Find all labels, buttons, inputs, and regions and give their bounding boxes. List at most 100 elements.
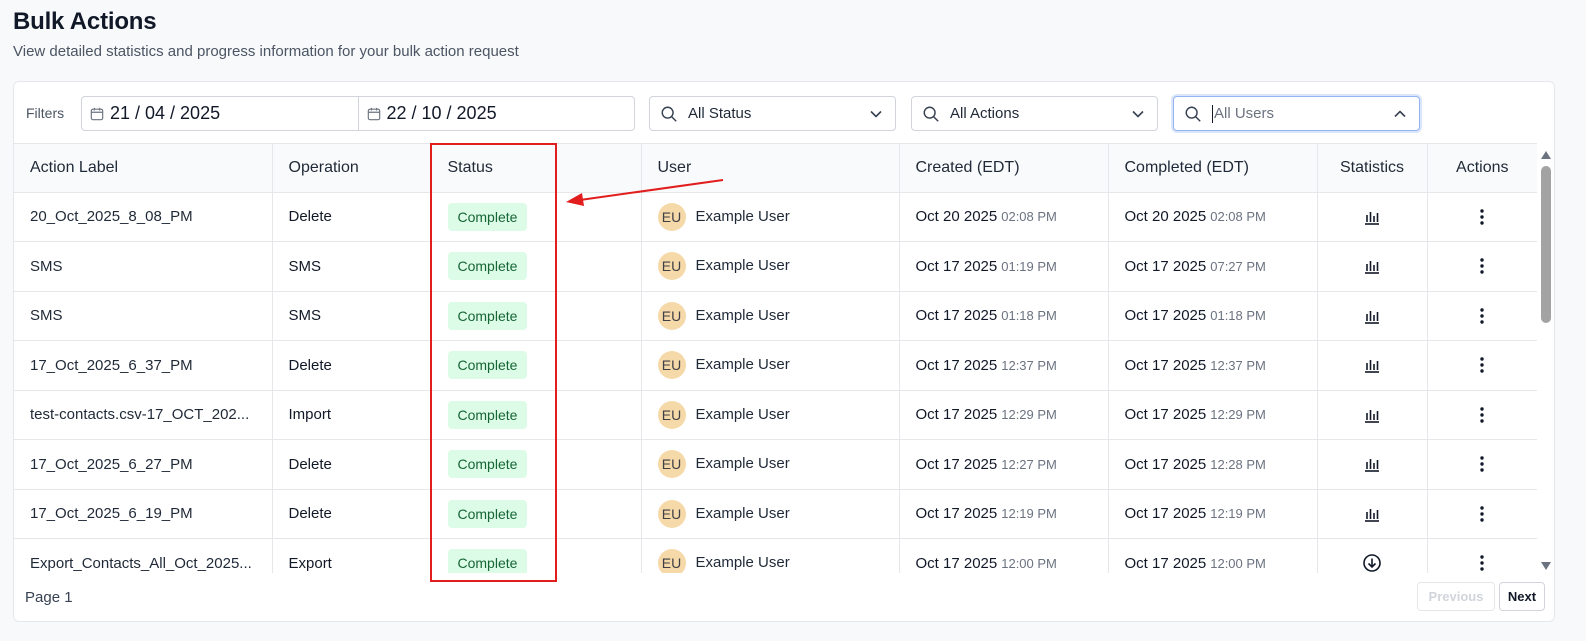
created-date: Oct 17 2025 — [915, 257, 998, 275]
created-date: Oct 17 2025 — [915, 455, 998, 473]
completed-cell: Oct 17 2025 07:27 PM — [1108, 241, 1318, 292]
created-cell: Oct 17 2025 12:19 PM — [899, 489, 1109, 539]
bar-chart-icon[interactable] — [1362, 207, 1382, 227]
completed-cell: Oct 17 2025 12:19 PM — [1108, 489, 1318, 539]
more-options-icon[interactable] — [1472, 454, 1492, 474]
operation-cell: Delete — [272, 192, 432, 242]
table-scrollbar[interactable] — [1538, 144, 1554, 574]
operation-cell: Delete — [272, 340, 432, 391]
avatar: EU — [657, 301, 686, 330]
operation-cell: Import — [272, 390, 432, 440]
more-options-icon[interactable] — [1472, 553, 1492, 573]
more-options-icon[interactable] — [1472, 256, 1492, 276]
actions-select[interactable]: All Actions — [911, 96, 1158, 131]
avatar: EU — [657, 351, 686, 380]
bar-chart-icon[interactable] — [1362, 306, 1382, 326]
statistics-cell — [1317, 538, 1428, 573]
table-row[interactable]: SMS SMS Complete EU Example User Oct 17 2025 0… — [14, 241, 1537, 292]
statistics-cell — [1317, 340, 1428, 391]
created-time: 12:00 PM — [1001, 555, 1057, 571]
bar-chart-icon[interactable] — [1362, 504, 1382, 524]
table-row[interactable]: Export_Contacts_All_Oct_2025... Export Com… — [14, 538, 1537, 573]
created-date: Oct 17 2025 — [915, 505, 998, 523]
column-header-status[interactable]: Status — [431, 144, 642, 193]
page-title: Bulk Actions — [13, 8, 157, 35]
more-options-icon[interactable] — [1472, 306, 1492, 326]
avatar: EU — [657, 252, 686, 281]
column-header-action-label[interactable]: Action Label — [14, 144, 273, 193]
operation-cell: Delete — [272, 439, 432, 490]
more-options-icon[interactable] — [1472, 405, 1492, 425]
calendar-icon — [90, 107, 104, 120]
bar-chart-icon[interactable] — [1362, 355, 1382, 375]
bar-chart-icon[interactable] — [1362, 454, 1382, 474]
date-to-field[interactable]: 22 / 10 / 2025 — [357, 97, 635, 130]
next-button[interactable]: Next — [1499, 582, 1545, 611]
more-options-icon[interactable] — [1472, 504, 1492, 524]
action-label-cell: 20_Oct_2025_8_08_PM — [14, 192, 273, 242]
table-row[interactable]: 17_Oct_2025_6_37_PM Delete Complete EU Examp… — [14, 340, 1537, 391]
users-select[interactable]: All Users — [1173, 96, 1420, 131]
created-cell: Oct 17 2025 12:00 PM — [899, 538, 1109, 573]
more-options-icon[interactable] — [1472, 355, 1492, 375]
user-name: Example User — [695, 455, 790, 473]
date-range-picker[interactable]: 21 / 04 / 2025 22 / 10 / 2025 — [81, 96, 635, 131]
table-header-row: Action Label Operation Status User Creat… — [14, 144, 1537, 193]
action-label-cell: 17_Oct_2025_6_19_PM — [14, 489, 273, 539]
action-label-cell: Export_Contacts_All_Oct_2025... — [14, 538, 273, 573]
table-row[interactable]: test-contacts.csv-17_OCT_202... Import Com… — [14, 390, 1537, 440]
download-icon[interactable] — [1362, 553, 1382, 573]
action-label-cell: SMS — [14, 291, 273, 341]
actions-cell — [1427, 340, 1537, 391]
table-row[interactable]: 17_Oct_2025_6_19_PM Delete Complete EU Examp… — [14, 489, 1537, 539]
column-header-created[interactable]: Created (EDT) — [899, 144, 1109, 193]
status-cell: Complete — [431, 241, 642, 292]
status-select[interactable]: All Status — [649, 96, 896, 131]
completed-date: Oct 17 2025 — [1124, 406, 1207, 424]
created-time: 01:18 PM — [1001, 308, 1057, 324]
actions-cell — [1427, 439, 1537, 490]
search-icon — [661, 106, 677, 122]
created-date: Oct 17 2025 — [915, 406, 998, 424]
table-row[interactable]: 20_Oct_2025_8_08_PM Delete Complete EU Examp… — [14, 192, 1537, 242]
previous-button[interactable]: Previous — [1417, 582, 1495, 611]
created-date: Oct 17 2025 — [915, 307, 998, 325]
status-cell: Complete — [431, 538, 642, 573]
page-subtitle: View detailed statistics and progress in… — [13, 43, 519, 60]
statistics-cell — [1317, 291, 1428, 341]
user-name: Example User — [695, 554, 790, 572]
created-date: Oct 20 2025 — [915, 208, 998, 226]
user-cell: EU Example User — [641, 390, 900, 440]
completed-cell: Oct 17 2025 12:37 PM — [1108, 340, 1318, 391]
actions-cell — [1427, 390, 1537, 440]
actions-cell — [1427, 489, 1537, 539]
scroll-down-arrow-icon[interactable] — [1541, 562, 1551, 570]
column-header-completed[interactable]: Completed (EDT) — [1108, 144, 1318, 193]
chevron-down-icon — [1132, 110, 1144, 118]
completed-time: 12:19 PM — [1210, 506, 1266, 522]
column-header-user[interactable]: User — [641, 144, 900, 193]
completed-cell: Oct 20 2025 02:08 PM — [1108, 192, 1318, 242]
created-cell: Oct 17 2025 12:37 PM — [899, 340, 1109, 391]
operation-cell: Delete — [272, 489, 432, 539]
completed-time: 12:29 PM — [1210, 407, 1266, 423]
created-cell: Oct 17 2025 01:18 PM — [899, 291, 1109, 341]
completed-cell: Oct 17 2025 01:18 PM — [1108, 291, 1318, 341]
status-cell: Complete — [431, 489, 642, 539]
completed-date: Oct 17 2025 — [1124, 257, 1207, 275]
more-options-icon[interactable] — [1472, 207, 1492, 227]
bar-chart-icon[interactable] — [1362, 405, 1382, 425]
column-header-operation[interactable]: Operation — [272, 144, 432, 193]
bar-chart-icon[interactable] — [1362, 256, 1382, 276]
user-name: Example User — [695, 405, 790, 423]
table-row[interactable]: 17_Oct_2025_6_27_PM Delete Complete EU Examp… — [14, 439, 1537, 490]
user-cell: EU Example User — [641, 340, 900, 391]
scroll-up-arrow-icon[interactable] — [1541, 151, 1551, 159]
statistics-cell — [1317, 439, 1428, 490]
avatar: EU — [657, 400, 686, 429]
created-date: Oct 17 2025 — [915, 554, 998, 572]
table-row[interactable]: SMS SMS Complete EU Example User Oct 17 2025 0… — [14, 291, 1537, 341]
scrollbar-thumb[interactable] — [1541, 166, 1551, 323]
created-date: Oct 17 2025 — [915, 356, 998, 374]
date-from-field[interactable]: 21 / 04 / 2025 — [82, 97, 358, 130]
